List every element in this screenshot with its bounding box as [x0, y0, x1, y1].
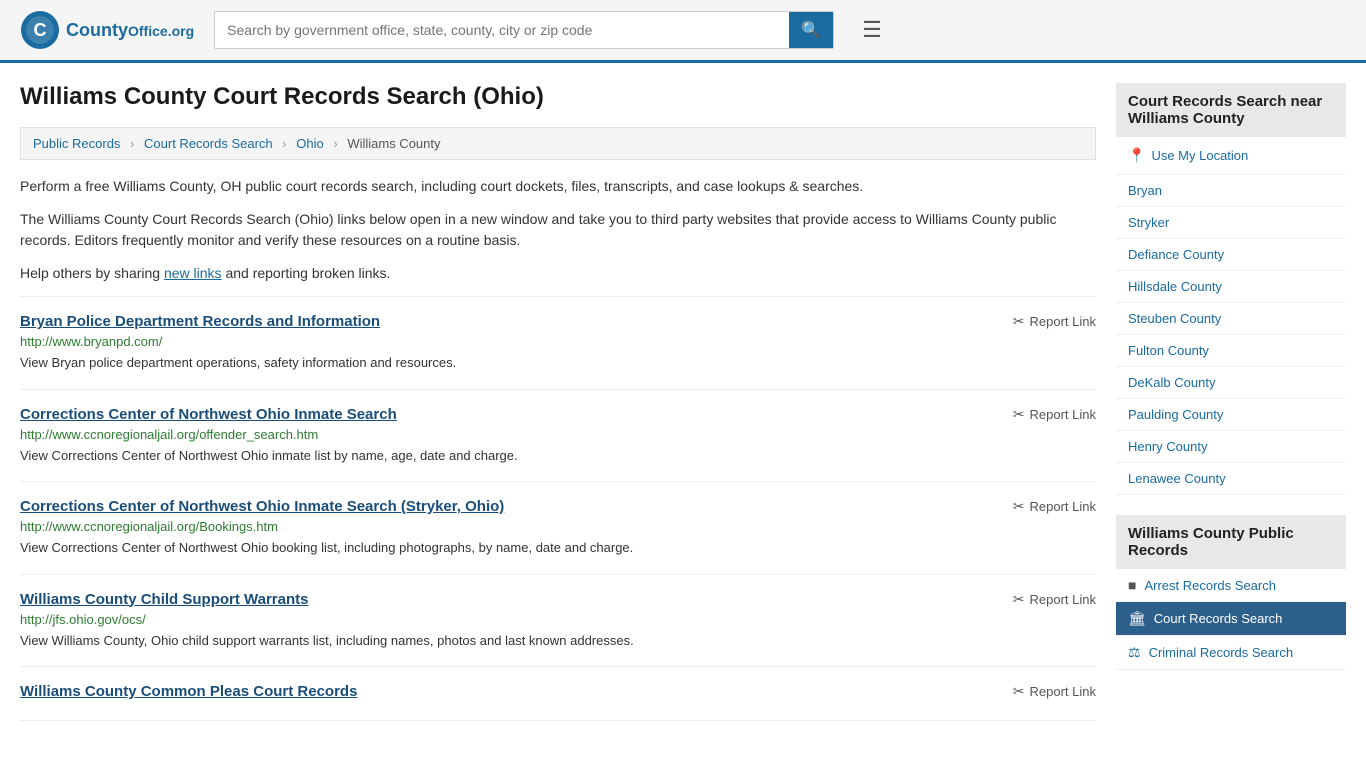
record-header-4: Williams County Child Support Warrants ✂…	[20, 591, 1096, 608]
report-link-3[interactable]: ✂ Report Link	[1013, 498, 1096, 515]
scissors-icon-2: ✂	[1013, 406, 1025, 423]
sidebar-link-lenawee[interactable]: Lenawee County	[1116, 463, 1346, 495]
sidebar-link-hillsdale[interactable]: Hillsdale County	[1116, 271, 1346, 303]
scissors-icon-4: ✂	[1013, 591, 1025, 608]
record-entry: Corrections Center of Northwest Ohio Inm…	[20, 390, 1096, 483]
sidebar-public-records-box: Williams County Public Records ■ Arrest …	[1116, 515, 1346, 670]
record-entry-4: Williams County Child Support Warrants ✂…	[20, 575, 1096, 668]
record-desc-4: View Williams County, Ohio child support…	[20, 631, 1096, 651]
report-link-label-4: Report Link	[1030, 592, 1096, 607]
record-title-3[interactable]: Corrections Center of Northwest Ohio Inm…	[20, 498, 504, 515]
record-url-3[interactable]: http://www.ccnoregionaljail.org/Bookings…	[20, 519, 1096, 534]
logo-text: CountyOffice.org	[66, 20, 194, 41]
sidebar-nearby-header: Court Records Search near Williams Count…	[1116, 83, 1346, 137]
sidebar: Court Records Search near Williams Count…	[1116, 83, 1346, 721]
record-url-2[interactable]: http://www.ccnoregionaljail.org/offender…	[20, 427, 1096, 442]
court-records-label: Court Records Search	[1154, 611, 1283, 626]
record-title-5[interactable]: Williams County Common Pleas Court Recor…	[20, 683, 357, 700]
menu-button[interactable]: ☰	[854, 13, 890, 47]
sidebar-public-records-header: Williams County Public Records	[1116, 515, 1346, 569]
record-title-2[interactable]: Corrections Center of Northwest Ohio Inm…	[20, 406, 397, 423]
record-header-3: Corrections Center of Northwest Ohio Inm…	[20, 498, 1096, 515]
page-title: Williams County Court Records Search (Oh…	[20, 83, 1096, 111]
pin-icon: 📍	[1128, 147, 1145, 164]
sidebar-link-fulton[interactable]: Fulton County	[1116, 335, 1346, 367]
report-link-5[interactable]: ✂ Report Link	[1013, 683, 1096, 700]
breadcrumb-court-records[interactable]: Court Records Search	[144, 136, 273, 151]
sidebar-item-arrest[interactable]: ■ Arrest Records Search	[1116, 569, 1346, 602]
sidebar-link-bryan[interactable]: Bryan	[1116, 175, 1346, 207]
record-url-1[interactable]: http://www.bryanpd.com/	[20, 334, 1096, 349]
content-wrapper: Williams County Court Records Search (Oh…	[0, 63, 1366, 741]
report-link-label-5: Report Link	[1030, 684, 1096, 699]
report-link-label-2: Report Link	[1030, 407, 1096, 422]
sidebar-link-defiance[interactable]: Defiance County	[1116, 239, 1346, 271]
breadcrumb-sep-2: ›	[282, 136, 286, 151]
record-entry: Bryan Police Department Records and Info…	[20, 296, 1096, 390]
record-url-4[interactable]: http://jfs.ohio.gov/ocs/	[20, 612, 1096, 627]
criminal-records-icon: ⚖	[1128, 644, 1141, 661]
breadcrumb: Public Records › Court Records Search › …	[20, 127, 1096, 160]
record-header-5: Williams County Common Pleas Court Recor…	[20, 683, 1096, 700]
arrest-records-label: Arrest Records Search	[1144, 578, 1276, 593]
report-link-4[interactable]: ✂ Report Link	[1013, 591, 1096, 608]
report-link-1[interactable]: ✂ Report Link	[1013, 313, 1096, 330]
court-records-icon: 🏛	[1128, 610, 1146, 627]
new-links-link[interactable]: new links	[164, 265, 222, 281]
record-desc-1: View Bryan police department operations,…	[20, 353, 1096, 373]
report-link-label-3: Report Link	[1030, 499, 1096, 514]
desc-para-3: Help others by sharing new links and rep…	[20, 263, 1096, 284]
desc-para-2: The Williams County Court Records Search…	[20, 209, 1096, 251]
record-desc-2: View Corrections Center of Northwest Ohi…	[20, 446, 1096, 466]
breadcrumb-current: Williams County	[347, 136, 440, 151]
record-header: Corrections Center of Northwest Ohio Inm…	[20, 406, 1096, 423]
sidebar-nearby-box: Court Records Search near Williams Count…	[1116, 83, 1346, 495]
record-title-4[interactable]: Williams County Child Support Warrants	[20, 591, 309, 608]
sidebar-link-stryker[interactable]: Stryker	[1116, 207, 1346, 239]
sidebar-item-court[interactable]: 🏛 Court Records Search	[1116, 602, 1346, 636]
scissors-icon-3: ✂	[1013, 498, 1025, 515]
sidebar-link-henry[interactable]: Henry County	[1116, 431, 1346, 463]
sidebar-link-steuben[interactable]: Steuben County	[1116, 303, 1346, 335]
search-bar[interactable]: 🔍	[214, 11, 834, 49]
records-list: Bryan Police Department Records and Info…	[20, 296, 1096, 721]
main-content: Williams County Court Records Search (Oh…	[20, 83, 1096, 721]
record-entry-5: Williams County Common Pleas Court Recor…	[20, 667, 1096, 721]
sidebar-use-my-location[interactable]: 📍 Use My Location	[1116, 137, 1346, 175]
breadcrumb-public-records[interactable]: Public Records	[33, 136, 120, 151]
search-input[interactable]	[215, 14, 789, 46]
record-entry-3: Corrections Center of Northwest Ohio Inm…	[20, 482, 1096, 575]
sidebar-link-paulding[interactable]: Paulding County	[1116, 399, 1346, 431]
report-link-2[interactable]: ✂ Report Link	[1013, 406, 1096, 423]
arrest-records-icon: ■	[1128, 577, 1136, 593]
logo[interactable]: C CountyOffice.org	[20, 10, 194, 50]
use-my-location-label: Use My Location	[1151, 148, 1248, 163]
sidebar-link-dekalb[interactable]: DeKalb County	[1116, 367, 1346, 399]
search-button[interactable]: 🔍	[789, 12, 833, 48]
breadcrumb-sep-1: ›	[130, 136, 134, 151]
criminal-records-label: Criminal Records Search	[1149, 645, 1294, 660]
header: C CountyOffice.org 🔍 ☰	[0, 0, 1366, 63]
desc-para-1: Perform a free Williams County, OH publi…	[20, 176, 1096, 197]
report-link-label: Report Link	[1030, 314, 1096, 329]
scissors-icon-5: ✂	[1013, 683, 1025, 700]
logo-icon: C	[20, 10, 60, 50]
record-title[interactable]: Bryan Police Department Records and Info…	[20, 313, 380, 330]
record-header: Bryan Police Department Records and Info…	[20, 313, 1096, 330]
scissors-icon: ✂	[1013, 313, 1025, 330]
breadcrumb-ohio[interactable]: Ohio	[296, 136, 323, 151]
sidebar-item-criminal[interactable]: ⚖ Criminal Records Search	[1116, 636, 1346, 670]
breadcrumb-sep-3: ›	[333, 136, 337, 151]
svg-text:C: C	[34, 20, 47, 40]
record-desc-3: View Corrections Center of Northwest Ohi…	[20, 538, 1096, 558]
